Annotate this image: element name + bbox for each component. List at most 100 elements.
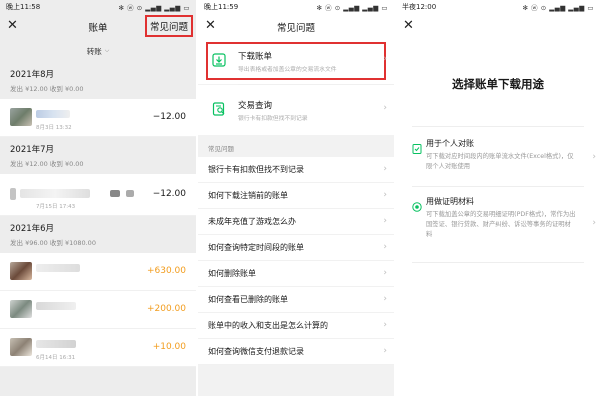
option-title: 用于个人对账 (426, 139, 474, 148)
avatar (10, 300, 32, 318)
option-proof-material[interactable]: 用做证明材料 可下载加盖公章的交易明细证明(PDF格式)，常作为出国签证、银行贷… (412, 196, 596, 256)
download-bill-item[interactable]: 下载账单 导出表格或者加盖公章的交易流水文件 › (198, 40, 394, 84)
option-title: 用做证明材料 (426, 197, 474, 206)
nav-bar: ✕ 账单 常见问题 (0, 14, 196, 40)
transaction-row[interactable]: 7月15日 17:43 −12.00 (0, 174, 196, 216)
faq-label: 如何删除账单 (208, 269, 256, 278)
transaction-query-item[interactable]: 交易查询 银行卡有扣款但找不到记录 › (198, 85, 394, 135)
chevron-right-icon: › (592, 152, 596, 162)
status-bar: 晚上11:59 ✻ ⓦ ⊙ ▂▄▆ ▂▄▆ ▭ (198, 0, 394, 14)
bill-list-screen: 晚上11:58 ✻ ⓦ ⊙ ▂▄▆ ▂▄▆ ▭ ✕ 账单 常见问题 转账 ⌵ 2… (0, 0, 196, 396)
faq-screen: 晚上11:59 ✻ ⓦ ⊙ ▂▄▆ ▂▄▆ ▭ ✕ 常见问题 下载账单 导出表格… (198, 0, 394, 396)
transaction-amount: −12.00 (152, 112, 186, 122)
avatar (10, 262, 32, 280)
month-title[interactable]: 2021年6月 (0, 216, 196, 236)
page-title: 账单 (88, 23, 108, 34)
download-icon (212, 52, 226, 67)
transaction-date: 6月14日 16:31 (36, 355, 76, 361)
transaction-date: 7月15日 17:43 (36, 204, 76, 210)
faq-item[interactable]: 如何查询特定时间段的账单 › (198, 235, 394, 261)
chevron-right-icon: › (383, 190, 387, 200)
section-title: 常见问题 (208, 145, 234, 153)
transaction-row[interactable]: +630.00 (0, 253, 196, 291)
faq-label: 如何查询特定时间段的账单 (208, 243, 304, 252)
transaction-row[interactable]: 8月3日 13:32 −12.00 (0, 99, 196, 137)
avatar (10, 188, 16, 200)
chevron-right-icon: › (383, 103, 387, 113)
faq-item[interactable]: 如何查询微信支付退款记录 › (198, 339, 394, 365)
month-group: 2021年8月 发出 ¥12.00 收到 ¥0.00 8月3日 13:32 −1… (0, 62, 196, 137)
faq-label: 账单中的收入和支出是怎么计算的 (208, 321, 328, 330)
avatar (10, 338, 32, 356)
chevron-right-icon: › (592, 218, 596, 228)
faq-label: 如何查看已删除的账单 (208, 295, 288, 304)
option-personal-reconciliation[interactable]: 用于个人对账 可下载对应时间段内的账单流水文件(Excel格式)，仅限个人对账使… (412, 138, 596, 178)
download-purpose-screen: 半夜12:00 ✻ ⓦ ⊙ ▂▄▆ ▂▄▆ ▭ ✕ 选择账单下载用途 用于个人对… (396, 0, 600, 396)
page-title: 常见问题 (276, 23, 315, 34)
transaction-row[interactable]: +200.00 (0, 291, 196, 329)
filter-label: 转账 (86, 46, 102, 56)
transaction-amount: +200.00 (146, 304, 186, 314)
blurred-name (36, 340, 76, 348)
faq-label: 未成年充值了游戏怎么办 (208, 217, 296, 226)
filter-dropdown[interactable]: 转账 ⌵ (0, 40, 196, 62)
close-icon[interactable]: ✕ (205, 19, 216, 33)
chevron-right-icon: › (383, 242, 387, 252)
divider (412, 262, 584, 263)
status-time: 晚上11:59 (204, 3, 239, 11)
status-icons: ✻ ⓦ ⊙ ▂▄▆ ▂▄▆ ▭ (522, 4, 594, 12)
faq-label: 如何查询微信支付退款记录 (208, 347, 304, 356)
blurred-name (36, 110, 70, 118)
blurred-name (36, 264, 80, 272)
faq-item[interactable]: 账单中的收入和支出是怎么计算的 › (198, 313, 394, 339)
status-time: 晚上11:58 (6, 3, 41, 11)
close-icon[interactable]: ✕ (403, 19, 414, 33)
blurred-name (110, 190, 120, 197)
month-title[interactable]: 2021年8月 (0, 62, 196, 82)
download-subtitle: 导出表格或者加盖公章的交易流水文件 (238, 67, 337, 73)
nav-bar: ✕ (396, 14, 600, 40)
blurred-name (20, 189, 90, 198)
status-time: 半夜12:00 (402, 3, 437, 11)
divider (412, 186, 584, 187)
status-bar: 晚上11:58 ✻ ⓦ ⊙ ▂▄▆ ▂▄▆ ▭ (0, 0, 196, 14)
month-group: 2021年7月 发出 ¥12.00 收到 ¥0.00 7月15日 17:43 −… (0, 137, 196, 216)
chevron-right-icon: › (383, 346, 387, 356)
month-group: 2021年6月 发出 ¥96.00 收到 ¥1080.00 +630.00 +2… (0, 216, 196, 367)
blurred-name (126, 190, 134, 197)
faq-label: 银行卡有扣款但找不到记录 (208, 165, 304, 174)
chevron-right-icon: › (383, 164, 387, 174)
transaction-amount: −12.00 (152, 189, 186, 199)
faq-item[interactable]: 银行卡有扣款但找不到记录 › (198, 157, 394, 183)
highlight-box (206, 42, 386, 80)
transaction-amount: +630.00 (146, 266, 186, 276)
chevron-down-icon: ⌵ (104, 47, 110, 54)
transaction-row[interactable]: 6月14日 16:31 +10.00 (0, 329, 196, 367)
chevron-right-icon: › (383, 294, 387, 304)
option-description: 可下载加盖公章的交易明细证明(PDF格式)，常作为出国签证、银行贷款、财产纠纷、… (426, 211, 576, 238)
blurred-name (36, 302, 76, 310)
faq-item[interactable]: 未成年充值了游戏怎么办 › (198, 209, 394, 235)
transaction-date: 8月3日 13:32 (36, 125, 72, 131)
month-summary: 发出 ¥12.00 收到 ¥0.00 (0, 157, 196, 174)
status-icons: ✻ ⓦ ⊙ ▂▄▆ ▂▄▆ ▭ (316, 4, 388, 12)
faq-item[interactable]: 如何删除账单 › (198, 261, 394, 287)
faq-item[interactable]: 如何下载注销前的账单 › (198, 183, 394, 209)
nav-bar: ✕ 常见问题 (198, 14, 394, 40)
download-title: 下载账单 (238, 52, 273, 62)
transaction-amount: +10.00 (152, 342, 186, 352)
faq-item[interactable]: 如何查看已删除的账单 › (198, 287, 394, 313)
option-description: 可下载对应时间段内的账单流水文件(Excel格式)，仅限个人对账使用 (426, 153, 574, 170)
search-document-icon (212, 101, 226, 116)
chevron-right-icon: › (383, 320, 387, 330)
query-subtitle: 银行卡有扣款但找不到记录 (238, 116, 308, 122)
month-summary: 发出 ¥12.00 收到 ¥0.00 (0, 82, 196, 99)
chevron-right-icon: › (383, 54, 387, 64)
chevron-right-icon: › (383, 268, 387, 278)
close-icon[interactable]: ✕ (7, 19, 18, 33)
month-title[interactable]: 2021年7月 (0, 137, 196, 157)
faq-button[interactable]: 常见问题 (144, 15, 193, 37)
chevron-right-icon: › (383, 216, 387, 226)
month-summary: 发出 ¥96.00 收到 ¥1080.00 (0, 236, 196, 253)
query-title: 交易查询 (238, 101, 273, 111)
